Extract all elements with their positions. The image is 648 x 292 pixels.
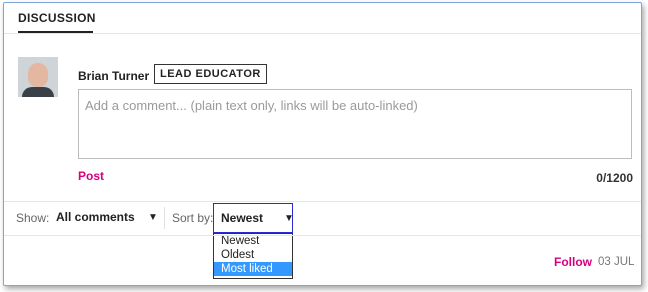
sort-option-most-liked[interactable]: Most liked <box>214 262 292 276</box>
chevron-down-icon[interactable]: ▼ <box>148 212 158 223</box>
divider <box>4 235 641 236</box>
sort-dropdown-menu: Newest Oldest Most liked <box>213 233 293 279</box>
character-counter: 0/1200 <box>596 171 633 185</box>
author-name: Brian Turner <box>78 69 150 83</box>
divider <box>4 201 641 202</box>
comment-input[interactable] <box>78 89 632 159</box>
sort-value[interactable]: Newest <box>221 211 263 225</box>
post-button[interactable]: Post <box>78 169 104 183</box>
avatar <box>18 57 58 97</box>
role-badge: LEAD EDUCATOR <box>154 64 267 84</box>
show-filter-value[interactable]: All comments <box>56 210 135 224</box>
chevron-down-icon[interactable]: ▼ <box>284 213 294 224</box>
sort-option-newest[interactable]: Newest <box>214 234 292 248</box>
sort-option-oldest[interactable]: Oldest <box>214 248 292 262</box>
avatar-shirt <box>22 87 54 97</box>
comment-date: 03 JUL <box>598 256 635 268</box>
avatar-head <box>28 63 48 87</box>
filter-separator <box>164 207 165 229</box>
tab-discussion[interactable]: DISCUSSION <box>18 11 96 25</box>
show-filter-label: Show: <box>16 211 50 225</box>
follow-button[interactable]: Follow <box>554 255 592 269</box>
sort-label: Sort by: <box>172 211 214 225</box>
discussion-header: DISCUSSION <box>4 3 641 34</box>
sort-select[interactable]: Newest ▼ <box>213 203 294 233</box>
discussion-panel: DISCUSSION Brian Turner LEAD EDUCATOR Po… <box>3 2 642 286</box>
active-tab-indicator <box>18 31 93 33</box>
